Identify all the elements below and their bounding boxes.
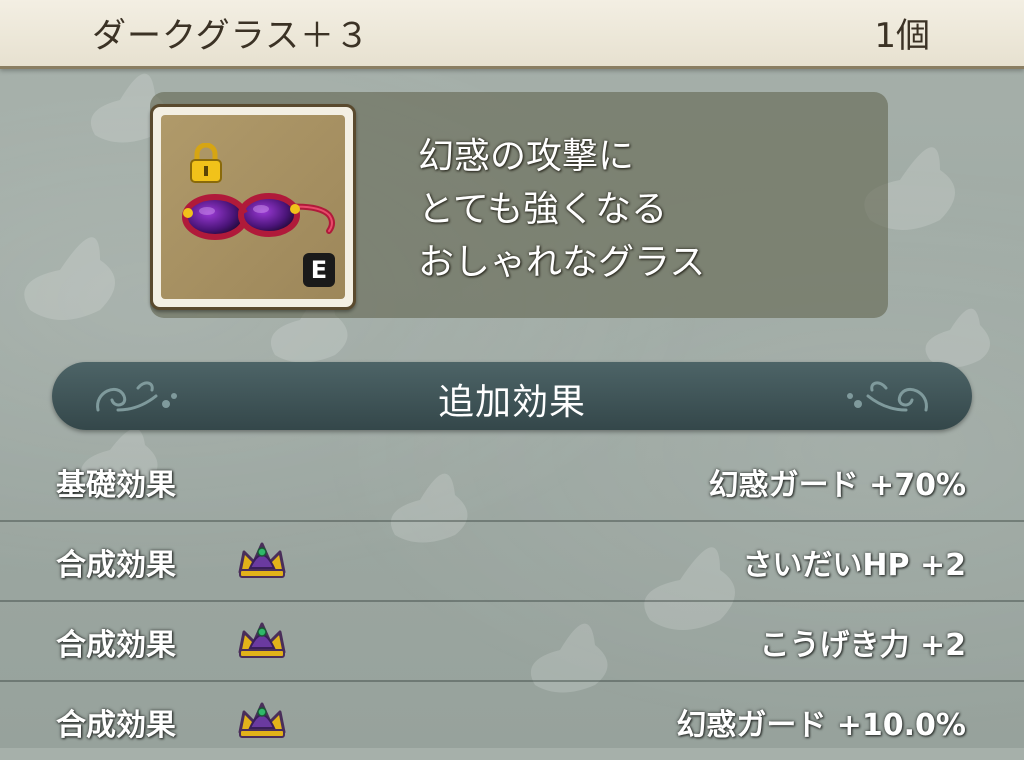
item-name: ダークグラス＋３: [92, 16, 370, 56]
padlock-icon: [190, 143, 222, 183]
item-description: 幻惑の攻撃に とても強くなる おしゃれなグラス: [418, 130, 858, 289]
crown-icon: [238, 542, 286, 578]
item-header: ダークグラス＋３ 1個: [0, 0, 1024, 69]
flourish-ornament-icon: [847, 381, 928, 412]
dark-glasses-icon: [182, 193, 335, 240]
additional-effects-banner: 追加効果: [52, 362, 972, 430]
crown-icon: [238, 702, 286, 738]
effect-row-synthesis[interactable]: 合成効果 さいだいHP +2: [0, 520, 1024, 602]
description-line: おしゃれなグラス: [418, 242, 706, 283]
item-quantity: 1個: [874, 16, 930, 56]
effect-row-synthesis[interactable]: 合成効果 幻惑ガード +10.0%: [0, 680, 1024, 760]
effect-value: 幻惑ガード +10.0%: [676, 708, 966, 743]
description-line: とても強くなる: [418, 189, 668, 230]
equipped-badge: E: [303, 253, 335, 287]
item-icon-background: E: [161, 115, 345, 299]
effect-label: 合成効果: [56, 708, 176, 743]
effect-row-base[interactable]: 基礎効果 幻惑ガード +70%: [0, 440, 1024, 522]
effect-value: こうげき力 +2: [759, 628, 966, 663]
section-title: 追加効果: [437, 382, 586, 423]
description-line: 幻惑の攻撃に: [418, 136, 635, 177]
effect-label: 合成効果: [56, 628, 176, 663]
effect-row-synthesis[interactable]: 合成効果 こうげき力 +2: [0, 600, 1024, 682]
effect-value: さいだいHP +2: [742, 548, 966, 583]
crown-icon: [238, 622, 286, 658]
effect-label: 合成効果: [56, 548, 176, 583]
effect-label: 基礎効果: [56, 468, 176, 503]
item-icon-frame[interactable]: E: [150, 104, 356, 310]
effect-value: 幻惑ガード +70%: [708, 468, 966, 503]
